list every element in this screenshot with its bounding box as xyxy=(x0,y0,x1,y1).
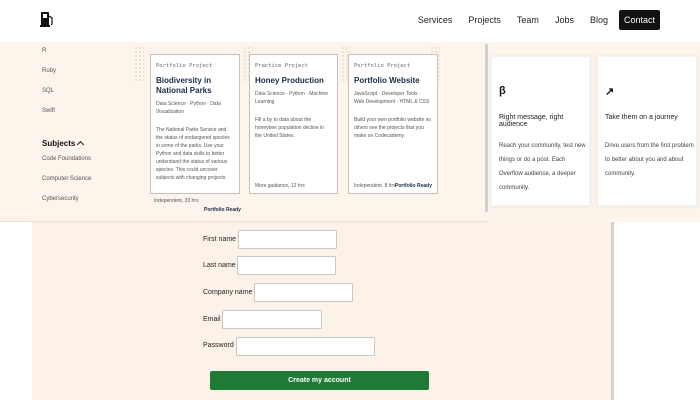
catalog-sidebar: R Ruby SQL Swift Subjects Code Foundatio… xyxy=(42,46,122,214)
feature-text: Drive users from the first problem to be… xyxy=(605,143,694,177)
nav-link-services[interactable]: Services xyxy=(410,11,461,29)
project-card[interactable]: Practice Project Honey Production Data S… xyxy=(249,54,338,194)
company-name-label: Company name xyxy=(203,289,253,296)
sidebar-item-r[interactable]: R xyxy=(42,46,122,66)
sidebar-item-ruby[interactable]: Ruby xyxy=(42,66,122,86)
feature-glyph: ↗ xyxy=(605,86,615,98)
portfolio-ready-badge: Portfolio Ready xyxy=(395,183,432,189)
email-label: Email xyxy=(203,316,221,323)
card-description: Fill a by to data about the honeybee pop… xyxy=(255,117,324,139)
contact-button[interactable]: Contact xyxy=(618,10,660,30)
company-name-field[interactable] xyxy=(254,283,353,302)
overlay-scrollbar[interactable] xyxy=(485,44,488,212)
feature-title: Take them on a journey xyxy=(605,114,678,121)
form-panel-edge xyxy=(611,222,614,400)
subjects-toggle[interactable]: Subjects xyxy=(42,132,122,154)
last-name-label: Last name xyxy=(203,262,236,269)
project-card[interactable]: Portfolio Project Biodiversity in Nation… xyxy=(150,54,240,194)
card-tags: JavaScript · Developer Tools · Web Devel… xyxy=(354,91,430,105)
nav-link-blog[interactable]: Blog xyxy=(582,11,616,29)
sidebar-item-swift[interactable]: Swift xyxy=(42,106,122,126)
card-overflow-footer: Independent, 33 hrs Portfolio Ready xyxy=(154,197,244,213)
card-meta: Independent, 8 hrs xyxy=(354,183,396,189)
email-field[interactable] xyxy=(222,310,322,329)
feature-title: Right message, right audience xyxy=(499,114,564,128)
sidebar-item-code-foundations[interactable]: Code Foundations xyxy=(42,154,122,174)
card-meta: More guidance, 12 hrs xyxy=(255,183,305,189)
card-kicker: Portfolio Project xyxy=(156,63,213,69)
feature-glyph: β xyxy=(499,85,506,97)
subjects-heading: Subjects xyxy=(42,138,76,148)
project-card[interactable]: Portfolio Project Portfolio Website Java… xyxy=(348,54,438,194)
password-label: Password xyxy=(203,342,234,349)
fuel-pump-icon[interactable] xyxy=(40,10,54,28)
page: Services Projects Team Jobs Blog Contact… xyxy=(0,0,700,400)
card-kicker: Portfolio Project xyxy=(354,63,411,69)
card-description: The National Parks Service and the statu… xyxy=(156,127,230,181)
password-field[interactable] xyxy=(236,337,375,356)
first-name-field[interactable] xyxy=(238,230,337,249)
dot-pattern xyxy=(134,46,144,82)
card-title: Portfolio Website xyxy=(354,76,420,85)
card-description: Build your own portfolio website so othe… xyxy=(354,117,431,139)
feature-card: ↗ Take them on a journey Drive users fro… xyxy=(597,56,697,206)
card-tags: Data Science · Python · Machine Learning xyxy=(255,91,329,105)
portfolio-ready-badge: Portfolio Ready xyxy=(204,207,241,213)
card-title: Honey Production xyxy=(255,76,324,85)
create-account-button[interactable]: Create my account xyxy=(210,371,429,390)
last-name-field[interactable] xyxy=(237,256,336,275)
nav-links: Services Projects Team Jobs Blog Contact xyxy=(410,10,660,30)
card-tags: Data Science · Python · Data Visualizati… xyxy=(156,101,221,115)
card-meta: Independent, 33 hrs xyxy=(154,198,199,204)
nav-link-projects[interactable]: Projects xyxy=(460,11,509,29)
feature-card: β Right message, right audience Reach yo… xyxy=(491,56,590,206)
nav-link-team[interactable]: Team xyxy=(509,11,547,29)
sidebar-item-cybersecurity[interactable]: Cybersecurity xyxy=(42,194,122,214)
first-name-label: First name xyxy=(203,236,237,243)
nav-link-jobs[interactable]: Jobs xyxy=(547,11,582,29)
feature-text: Reach your community, test new things or… xyxy=(499,143,586,191)
card-kicker: Practice Project xyxy=(255,63,308,69)
sidebar-item-computer-science[interactable]: Computer Science xyxy=(42,174,122,194)
card-title: Biodiversity in National Parks xyxy=(156,76,212,95)
chevron-up-icon xyxy=(77,140,85,149)
sidebar-item-sql[interactable]: SQL xyxy=(42,86,122,106)
top-navbar: Services Projects Team Jobs Blog Contact xyxy=(0,0,700,42)
